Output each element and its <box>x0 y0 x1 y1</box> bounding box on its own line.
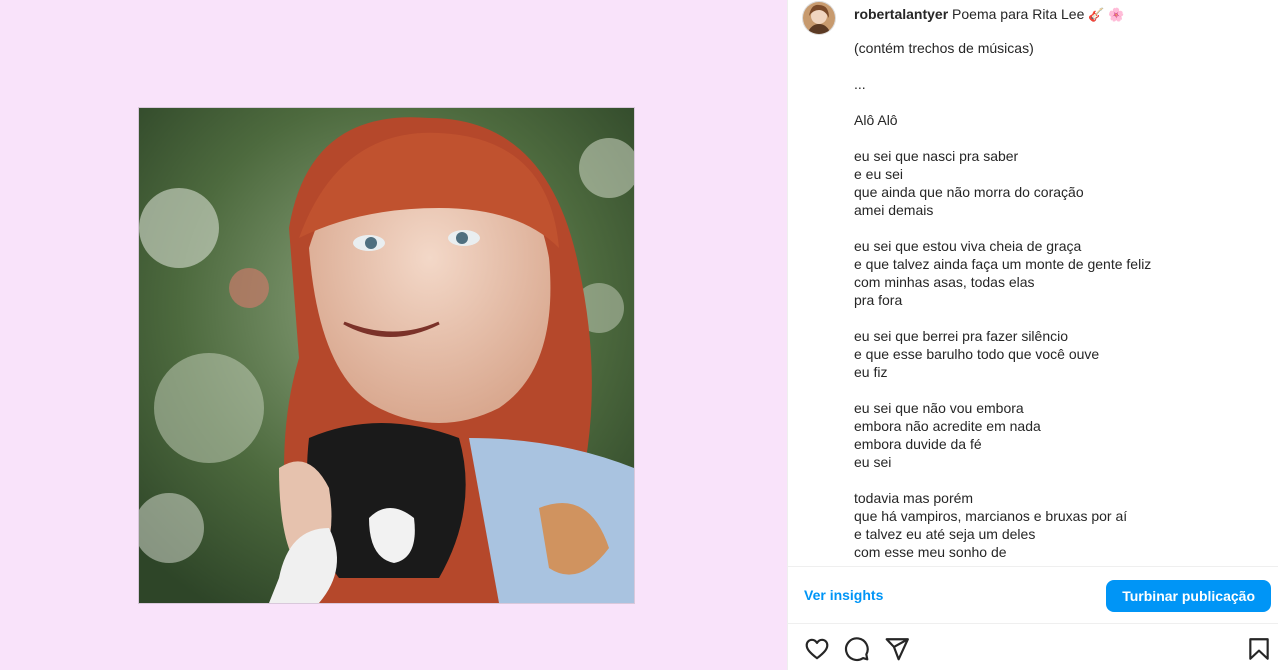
caption-line: eu sei que estou viva cheia de graça <box>854 238 1082 254</box>
caption-line: eu sei <box>854 454 892 470</box>
caption-line: pra fora <box>854 292 903 308</box>
heart-icon[interactable] <box>804 636 830 662</box>
bookmark-icon[interactable] <box>1246 636 1272 662</box>
caption-line: eu sei que nasci pra saber <box>854 148 1019 164</box>
caption-line: ... <box>854 76 866 92</box>
caption-area[interactable]: robertalantyer Poema para Rita Lee 🎸 🌸 (… <box>788 0 1278 566</box>
caption-line: eu sei que berrei pra fazer silêncio <box>854 328 1069 344</box>
caption-line-gap <box>854 93 1254 111</box>
caption-line: e que talvez ainda faça um monte de gent… <box>854 256 1152 272</box>
view-insights-link[interactable]: Ver insights <box>804 587 883 603</box>
comment-icon[interactable] <box>844 636 870 662</box>
avatar-image <box>803 2 835 34</box>
post-details-panel: robertalantyer Poema para Rita Lee 🎸 🌸 (… <box>787 0 1278 670</box>
post-title: Poema para Rita Lee <box>952 6 1085 22</box>
caption-line: com minhas asas, todas elas <box>854 274 1035 290</box>
send-icon[interactable] <box>884 636 910 662</box>
caption-line-gap <box>854 309 1254 327</box>
caption-line-gap <box>854 57 1254 75</box>
caption-line: e que esse barulho todo que você ouve <box>854 346 1100 362</box>
caption-line-gap <box>854 471 1254 489</box>
username-link[interactable]: robertalantyer <box>854 6 948 22</box>
caption-line-gap <box>854 129 1254 147</box>
owner-actions-bar: Ver insights Turbinar publicação <box>788 566 1278 624</box>
caption-line: embora duvide da fé <box>854 436 982 452</box>
caption-line: Alô Alô <box>854 112 898 128</box>
caption-line: eu fiz <box>854 364 888 380</box>
portrait-image <box>139 108 634 603</box>
caption-line: todavia mas porém <box>854 490 974 506</box>
caption-line: eu sei que não vou embora <box>854 400 1024 416</box>
engagement-icon-row <box>788 624 1278 670</box>
caption-line: que há vampiros, marcianos e bruxas por … <box>854 508 1128 524</box>
caption-line: amei demais <box>854 202 934 218</box>
boost-post-button[interactable]: Turbinar publicação <box>1106 580 1271 612</box>
post-media-area <box>0 0 787 670</box>
post-photo[interactable] <box>138 107 635 604</box>
caption-text: (contém trechos de músicas)... Alô Alô eu … <box>854 39 1254 561</box>
caption-line: com esse meu sonho de <box>854 544 1007 560</box>
title-emojis: 🎸 🌸 <box>1088 7 1125 22</box>
caption-line: embora não acredite em nada <box>854 418 1041 434</box>
caption-line-gap <box>854 219 1254 237</box>
caption-line-gap <box>854 381 1254 399</box>
caption-line: que ainda que não morra do coração <box>854 184 1084 200</box>
caption-line: e eu sei <box>854 166 904 182</box>
caption-header: robertalantyer Poema para Rita Lee 🎸 🌸 <box>854 5 1124 24</box>
caption-line: (contém trechos de músicas) <box>854 40 1034 56</box>
caption-line: e talvez eu até seja um deles <box>854 526 1036 542</box>
avatar[interactable] <box>802 1 836 35</box>
